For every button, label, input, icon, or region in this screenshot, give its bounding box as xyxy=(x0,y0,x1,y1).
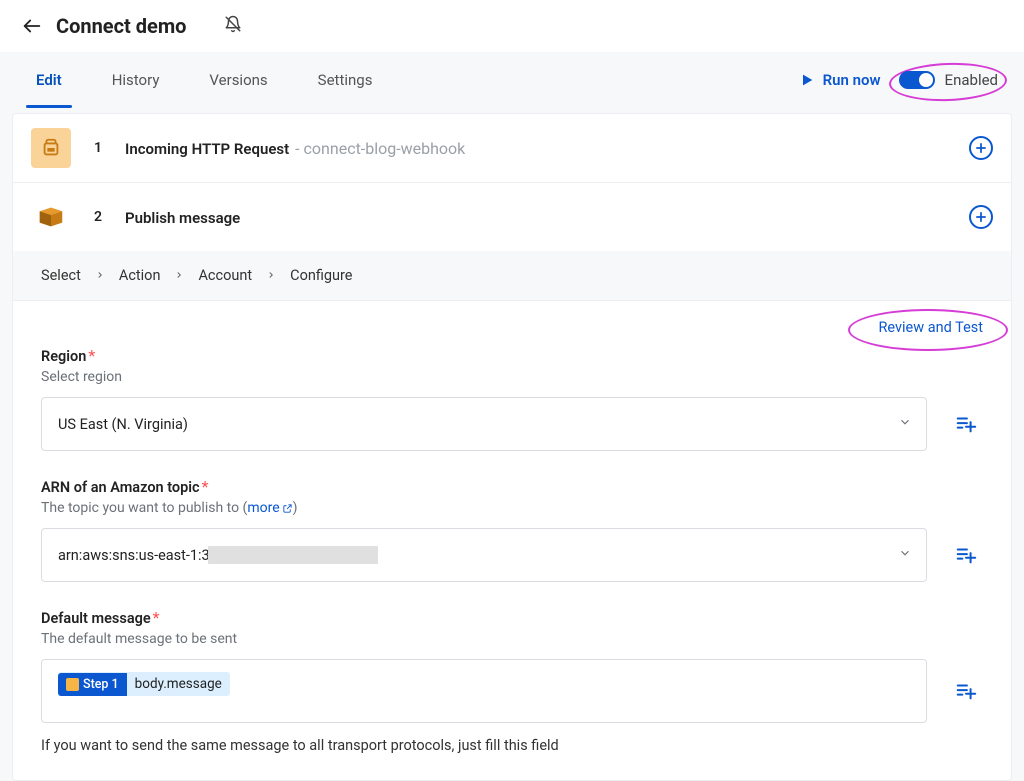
arn-select[interactable]: arn:aws:sns:us-east-1:3 xyxy=(41,528,927,582)
tab-edit[interactable]: Edit xyxy=(28,53,70,107)
tabs-row: Edit History Versions Settings Run now E… xyxy=(6,53,1018,107)
region-help: Select region xyxy=(41,369,983,385)
chevron-down-icon xyxy=(898,415,912,433)
breadcrumb-account[interactable]: Account xyxy=(198,267,252,284)
chevron-down-icon xyxy=(898,546,912,564)
token-step-label: Step 1 xyxy=(83,677,119,692)
chevron-right-icon xyxy=(174,267,184,284)
notifications-off-icon[interactable] xyxy=(224,15,242,37)
form-area: Review and Test Region* Select region US… xyxy=(13,301,1011,754)
arn-field: ARN of an Amazon topic* The topic you wa… xyxy=(41,477,983,582)
required-star: * xyxy=(153,608,160,627)
play-icon xyxy=(799,72,815,88)
step-number: 2 xyxy=(89,209,107,225)
external-link-icon xyxy=(282,503,293,514)
arn-help-prefix: The topic you want to publish to ( xyxy=(41,500,247,516)
add-step-button[interactable] xyxy=(969,205,993,229)
workflow: 1 Incoming HTTP Request - connect-blog-w… xyxy=(12,113,1012,781)
arn-redacted xyxy=(208,546,378,564)
step-row-1[interactable]: 1 Incoming HTTP Request - connect-blog-w… xyxy=(13,114,1011,183)
default-message-field: Default message* The default message to … xyxy=(41,608,983,754)
step-title: Publish message xyxy=(125,209,240,227)
region-value: US East (N. Virginia) xyxy=(58,416,188,433)
default-message-label: Default message xyxy=(41,610,151,627)
step-title-wrap: Publish message xyxy=(125,208,240,227)
arn-help-suffix: ) xyxy=(293,500,298,516)
arn-more-label: more xyxy=(247,500,279,516)
insert-variable-button[interactable] xyxy=(949,674,983,708)
tab-history[interactable]: History xyxy=(104,53,168,107)
step-number: 1 xyxy=(89,140,107,156)
step-row-2[interactable]: 2 Publish message xyxy=(13,183,1011,251)
run-now-button[interactable]: Run now xyxy=(799,71,881,89)
tabs-right: Run now Enabled xyxy=(799,71,998,89)
enabled-toggle[interactable] xyxy=(899,71,935,89)
required-star: * xyxy=(202,477,209,496)
step-title: Incoming HTTP Request xyxy=(125,140,289,158)
default-message-help: The default message to be sent xyxy=(41,631,983,647)
review-and-test-label: Review and Test xyxy=(878,319,983,336)
breadcrumb: Select Action Account Configure xyxy=(13,251,1011,301)
tab-settings[interactable]: Settings xyxy=(310,53,381,107)
variable-token[interactable]: Step 1 body.message xyxy=(58,672,230,696)
region-select[interactable]: US East (N. Virginia) xyxy=(41,397,927,451)
step-title-wrap: Incoming HTTP Request - connect-blog-web… xyxy=(125,139,465,158)
step-subtitle: - connect-blog-webhook xyxy=(291,139,465,158)
page-title: Connect demo xyxy=(56,14,186,38)
region-field: Region* Select region US East (N. Virgin… xyxy=(41,346,983,451)
back-arrow-icon[interactable] xyxy=(20,14,44,38)
tab-versions[interactable]: Versions xyxy=(201,53,275,107)
arn-label: ARN of an Amazon topic xyxy=(41,479,200,496)
run-now-label: Run now xyxy=(823,71,881,89)
default-message-note: If you want to send the same message to … xyxy=(41,737,983,754)
breadcrumb-action[interactable]: Action xyxy=(119,267,161,284)
token-step-icon xyxy=(66,678,79,691)
insert-variable-button[interactable] xyxy=(949,538,983,572)
enabled-toggle-wrap: Enabled xyxy=(899,71,998,89)
aws-icon xyxy=(31,197,71,237)
token-path: body.message xyxy=(127,672,230,696)
token-step: Step 1 xyxy=(58,673,127,696)
region-label: Region xyxy=(41,348,86,365)
add-step-button[interactable] xyxy=(969,136,993,160)
tabs-nav: Edit History Versions Settings xyxy=(28,53,380,107)
arn-help: The topic you want to publish to (more) xyxy=(41,500,983,516)
insert-variable-button[interactable] xyxy=(949,407,983,441)
top-header: Connect demo xyxy=(0,0,1024,53)
chevron-right-icon xyxy=(95,267,105,284)
arn-value: arn:aws:sns:us-east-1:3 xyxy=(58,547,210,564)
default-message-input[interactable]: Step 1 body.message xyxy=(41,659,927,723)
breadcrumb-configure: Configure xyxy=(290,267,352,284)
enabled-label: Enabled xyxy=(945,71,998,89)
review-and-test-link[interactable]: Review and Test xyxy=(878,319,983,336)
chevron-right-icon xyxy=(266,267,276,284)
arn-more-link[interactable]: more xyxy=(247,500,292,516)
http-icon xyxy=(31,128,71,168)
breadcrumb-select[interactable]: Select xyxy=(41,267,81,284)
required-star: * xyxy=(88,346,95,365)
